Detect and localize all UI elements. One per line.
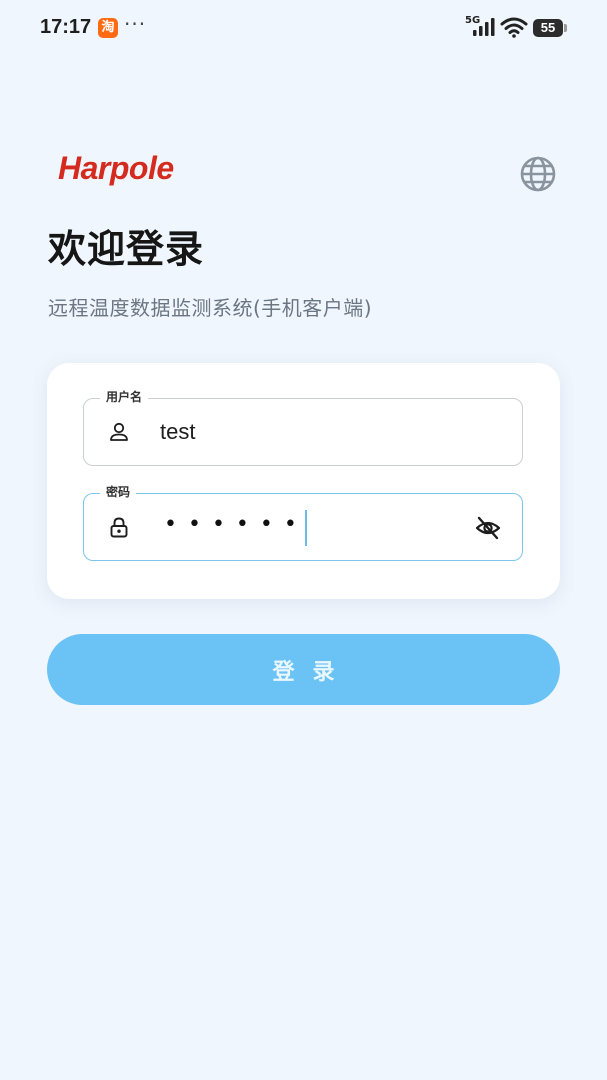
login-form-card: 用户名 test 密码 ••••••	[47, 363, 560, 599]
username-label: 用户名	[100, 389, 149, 405]
password-label: 密码	[100, 484, 137, 500]
battery-indicator: 55	[533, 19, 563, 37]
password-input[interactable]: ••••••	[164, 512, 308, 537]
username-input[interactable]: test	[160, 419, 195, 445]
status-time: 17:17	[40, 16, 92, 38]
battery-tip	[564, 24, 567, 32]
status-bar: 17:17 淘 ··· 5G 55	[0, 0, 607, 56]
page-title: 欢迎登录	[48, 227, 205, 271]
eye-off-icon[interactable]	[474, 514, 502, 542]
text-caret	[305, 510, 307, 546]
login-button[interactable]: 登录	[47, 634, 560, 705]
person-icon	[110, 422, 128, 441]
lock-icon	[110, 517, 128, 538]
password-field[interactable]: 密码 ••••••	[83, 484, 523, 561]
page-subtitle: 远程温度数据监测系统(手机客户端)	[48, 296, 373, 320]
login-screen: 17:17 淘 ··· 5G 55 Harpole 欢迎登录 远程温度数据监测系…	[0, 0, 607, 1080]
harpole-logo: Harpole	[58, 150, 174, 186]
username-field[interactable]: 用户名 test	[83, 389, 523, 466]
globe-icon[interactable]	[518, 154, 558, 194]
more-notifications-icon: ···	[124, 12, 147, 36]
signal-icon	[473, 18, 495, 36]
taobao-app-icon: 淘	[98, 18, 118, 38]
wifi-icon	[500, 17, 528, 38]
